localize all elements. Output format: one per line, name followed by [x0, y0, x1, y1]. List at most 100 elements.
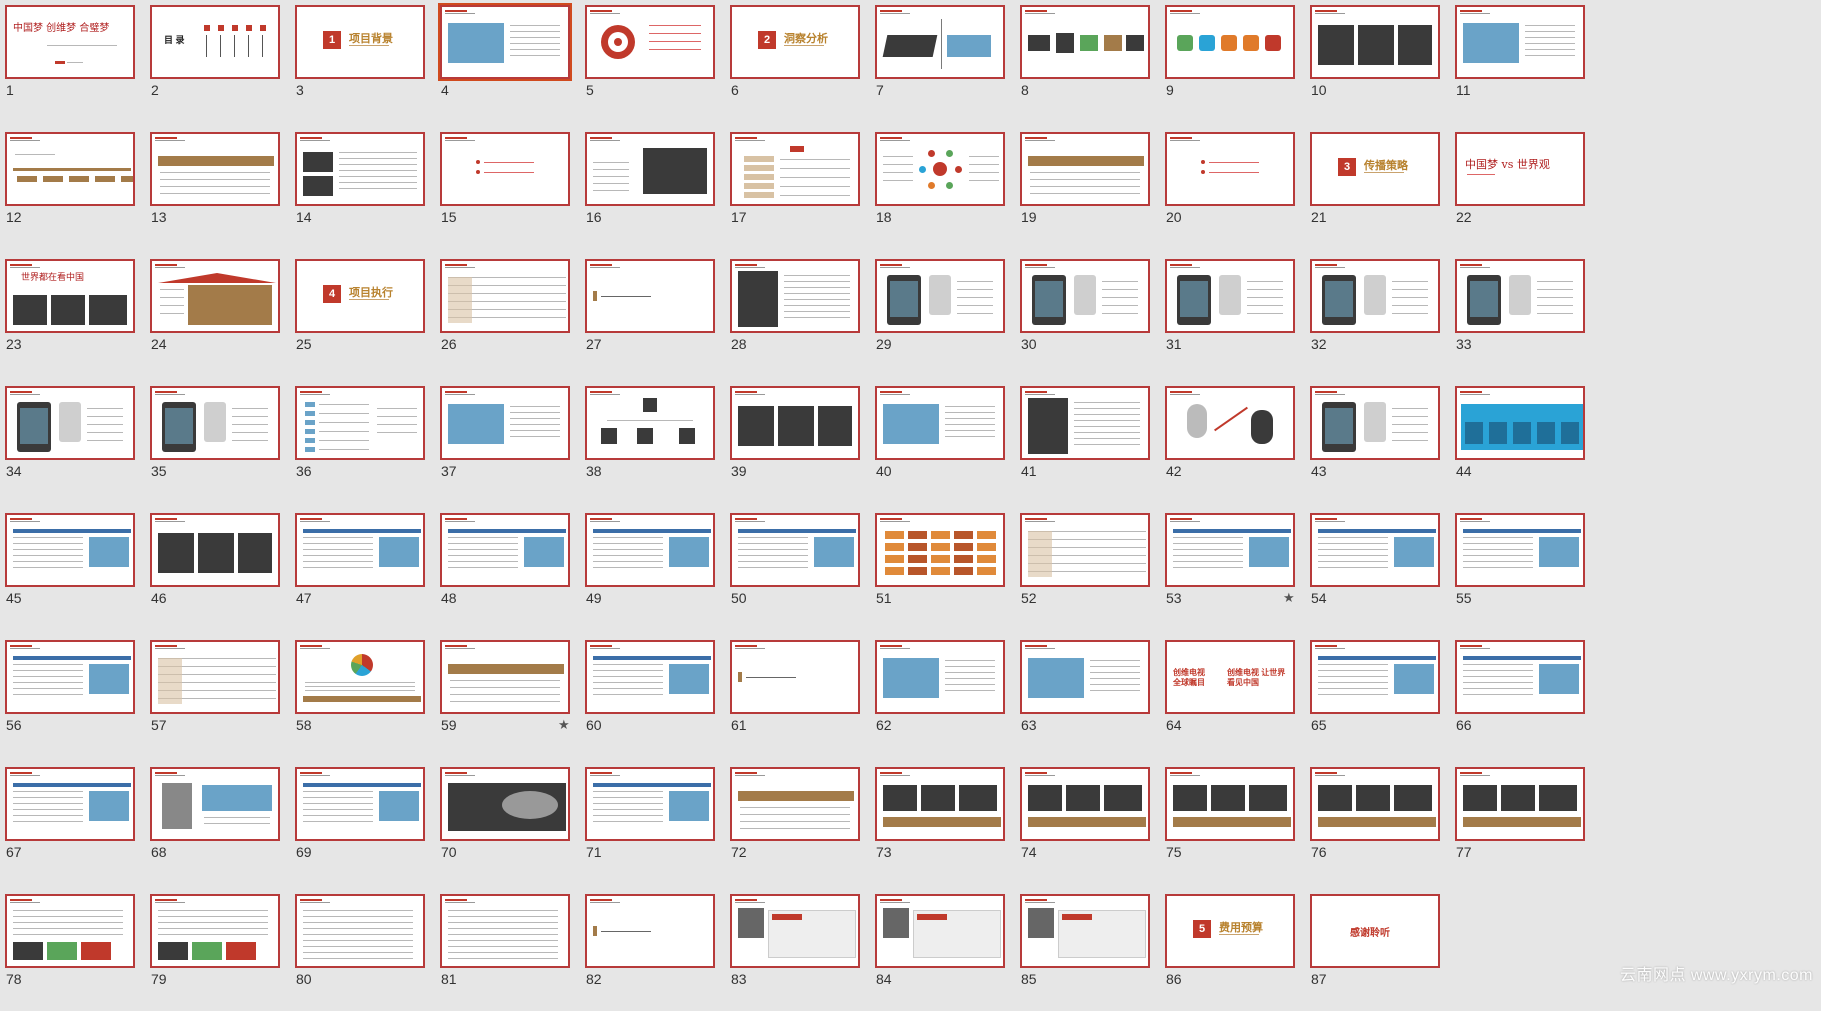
slide-thumbnail[interactable] [295, 386, 425, 460]
slide-thumbnail-cell[interactable]: 30 [1015, 254, 1155, 376]
slide-thumbnail-cell[interactable]: 3 传播策略 21 [1305, 127, 1445, 249]
slide-thumbnail[interactable]: 中国梦 vs 世界观 [1455, 132, 1585, 206]
slide-thumbnail-cell[interactable]: 中国梦 创维梦 合璧梦 1 [0, 0, 140, 122]
slide-thumbnail[interactable] [730, 386, 860, 460]
slide-thumbnail-cell[interactable]: 77 [1450, 762, 1590, 884]
slide-thumbnail[interactable] [150, 767, 280, 841]
slide-thumbnail[interactable] [1455, 513, 1585, 587]
slide-thumbnail-cell[interactable]: 78 [0, 889, 140, 1011]
slide-thumbnail-cell[interactable]: 24 [145, 254, 285, 376]
slide-thumbnail[interactable] [585, 132, 715, 206]
slide-thumbnail-cell[interactable]: 26 [435, 254, 575, 376]
slide-thumbnail[interactable]: 3 传播策略 [1310, 132, 1440, 206]
slide-thumbnail-cell[interactable]: 54 [1305, 508, 1445, 630]
slide-thumbnail-cell[interactable]: 13 [145, 127, 285, 249]
slide-thumbnail-cell[interactable]: 35 [145, 381, 285, 503]
slide-thumbnail-cell[interactable]: 53 ★ [1160, 508, 1300, 630]
slide-thumbnail-cell[interactable]: 50 [725, 508, 865, 630]
slide-thumbnail-cell[interactable]: 83 [725, 889, 865, 1011]
slide-thumbnail[interactable] [1020, 640, 1150, 714]
slide-thumbnail-cell[interactable]: 49 [580, 508, 720, 630]
slide-thumbnail-cell[interactable]: 69 [290, 762, 430, 884]
slide-thumbnail[interactable]: 世界都在看中国 [5, 259, 135, 333]
slide-thumbnail-cell[interactable]: 81 [435, 889, 575, 1011]
slide-thumbnail[interactable] [1455, 5, 1585, 79]
slide-thumbnail[interactable] [585, 640, 715, 714]
slide-thumbnail-cell[interactable]: 15 [435, 127, 575, 249]
slide-thumbnail[interactable]: 1 项目背景 [295, 5, 425, 79]
slide-thumbnail[interactable] [1455, 640, 1585, 714]
slide-thumbnail-cell[interactable]: 84 [870, 889, 1010, 1011]
slide-thumbnail[interactable] [5, 640, 135, 714]
slide-thumbnail-cell[interactable]: 31 [1160, 254, 1300, 376]
slide-thumbnail-cell[interactable]: 74 [1015, 762, 1155, 884]
slide-thumbnail-cell[interactable]: 48 [435, 508, 575, 630]
slide-thumbnail-cell[interactable]: 43 [1305, 381, 1445, 503]
slide-thumbnail[interactable] [1020, 894, 1150, 968]
slide-thumbnail[interactable]: 5 费用预算 [1165, 894, 1295, 968]
slide-thumbnail[interactable] [1020, 513, 1150, 587]
slide-thumbnail[interactable] [295, 513, 425, 587]
slide-thumbnail[interactable] [438, 3, 572, 81]
slide-thumbnail-cell[interactable]: 75 [1160, 762, 1300, 884]
slide-thumbnail[interactable] [875, 132, 1005, 206]
slide-thumbnail[interactable] [1310, 386, 1440, 460]
slide-thumbnail[interactable] [730, 259, 860, 333]
slide-thumbnail-cell[interactable]: 62 [870, 635, 1010, 757]
slide-thumbnail-cell[interactable]: 51 [870, 508, 1010, 630]
slide-thumbnail[interactable] [150, 640, 280, 714]
slide-thumbnail-cell[interactable]: 10 [1305, 0, 1445, 122]
slide-thumbnail[interactable] [1020, 386, 1150, 460]
slide-thumbnail-cell[interactable]: 68 [145, 762, 285, 884]
slide-thumbnail[interactable]: 中国梦 创维梦 合璧梦 [5, 5, 135, 79]
slide-thumbnail-cell[interactable]: 79 [145, 889, 285, 1011]
slide-thumbnail[interactable] [440, 259, 570, 333]
slide-thumbnail[interactable] [585, 513, 715, 587]
slide-thumbnail[interactable]: 目 录 [150, 5, 280, 79]
slide-thumbnail-cell[interactable]: 52 [1015, 508, 1155, 630]
slide-thumbnail[interactable] [585, 5, 715, 79]
slide-thumbnail-cell[interactable]: 46 [145, 508, 285, 630]
slide-thumbnail[interactable] [875, 640, 1005, 714]
slide-thumbnail-cell[interactable]: 57 [145, 635, 285, 757]
slide-thumbnail-cell[interactable]: 65 [1305, 635, 1445, 757]
slide-thumbnail[interactable] [440, 767, 570, 841]
slide-thumbnail[interactable] [585, 386, 715, 460]
slide-thumbnail[interactable] [1165, 259, 1295, 333]
slide-thumbnail-cell[interactable]: 11 [1450, 0, 1590, 122]
slide-thumbnail[interactable] [150, 132, 280, 206]
slide-thumbnail[interactable] [440, 386, 570, 460]
slide-thumbnail-cell[interactable]: 世界都在看中国 23 [0, 254, 140, 376]
slide-thumbnail[interactable]: 2 洞察分析 [730, 5, 860, 79]
slide-thumbnail[interactable] [585, 767, 715, 841]
slide-thumbnail[interactable]: 4 项目执行 [295, 259, 425, 333]
slide-thumbnail[interactable] [875, 894, 1005, 968]
slide-thumbnail[interactable] [1165, 132, 1295, 206]
slide-thumbnail[interactable] [875, 259, 1005, 333]
slide-thumbnail-cell[interactable]: 61 [725, 635, 865, 757]
slide-thumbnail[interactable] [295, 767, 425, 841]
slide-thumbnail-cell[interactable]: 7 [870, 0, 1010, 122]
slide-thumbnail[interactable]: 创维电视 全球瞩目 创维电视 让世界看见中国 [1165, 640, 1295, 714]
slide-thumbnail[interactable] [440, 894, 570, 968]
slide-thumbnail-cell[interactable]: 55 [1450, 508, 1590, 630]
slide-thumbnail[interactable] [1165, 513, 1295, 587]
slide-thumbnail[interactable] [1020, 767, 1150, 841]
slide-thumbnail-cell[interactable]: 60 [580, 635, 720, 757]
slide-thumbnail-cell[interactable]: 39 [725, 381, 865, 503]
slide-thumbnail-cell[interactable]: 45 [0, 508, 140, 630]
slide-thumbnail[interactable] [1310, 513, 1440, 587]
slide-thumbnail[interactable] [440, 513, 570, 587]
slide-thumbnail-cell[interactable]: 72 [725, 762, 865, 884]
slide-thumbnail-cell[interactable]: 85 [1015, 889, 1155, 1011]
slide-thumbnail-cell[interactable]: 4 项目执行 25 [290, 254, 430, 376]
slide-thumbnail-cell[interactable]: 8 [1015, 0, 1155, 122]
slide-thumbnail[interactable] [1310, 640, 1440, 714]
slide-thumbnail[interactable] [1455, 259, 1585, 333]
slide-thumbnail-cell[interactable]: 76 [1305, 762, 1445, 884]
slide-thumbnail-cell[interactable]: 47 [290, 508, 430, 630]
slide-thumbnail[interactable] [295, 132, 425, 206]
slide-thumbnail-cell[interactable]: 33 [1450, 254, 1590, 376]
slide-thumbnail-cell[interactable]: 58 [290, 635, 430, 757]
slide-thumbnail-cell[interactable]: 82 [580, 889, 720, 1011]
